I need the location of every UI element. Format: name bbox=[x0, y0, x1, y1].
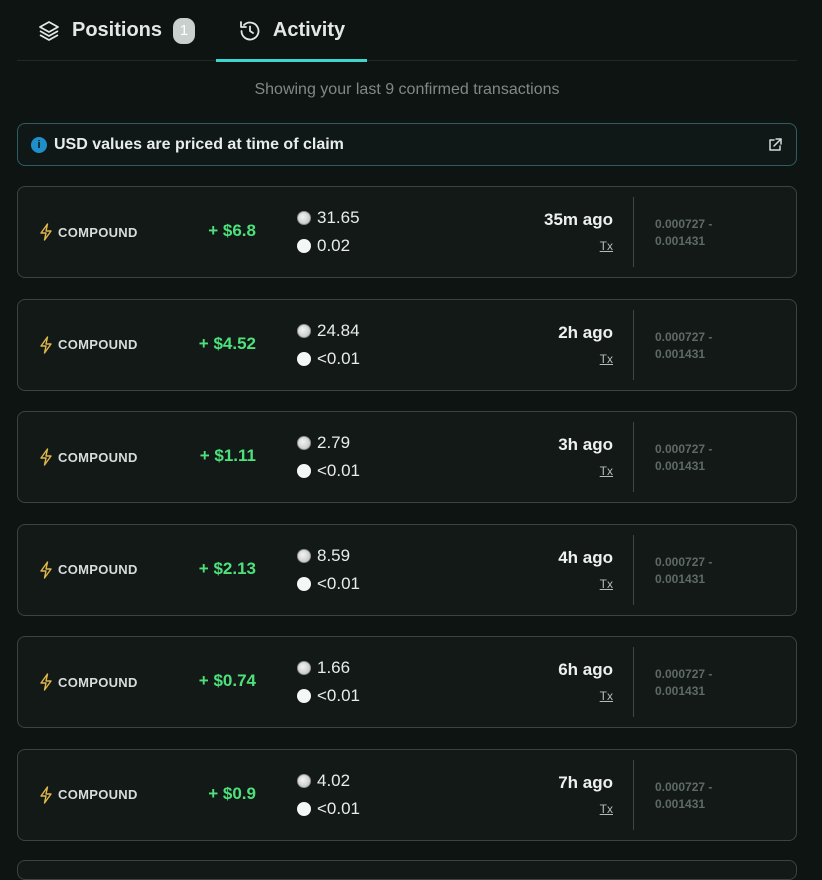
transaction-row: COMPOUND + $4.52 24.84 <0.01 2h ago Tx 0… bbox=[17, 298, 797, 391]
tx-link[interactable]: Tx bbox=[600, 802, 613, 816]
usd-value: + $0.74 bbox=[198, 671, 256, 690]
pricing-notice: i USD values are priced at time of claim bbox=[17, 123, 797, 166]
usd-value: + $4.52 bbox=[198, 333, 256, 353]
positions-count-badge: 1 bbox=[173, 17, 196, 44]
tx-link[interactable]: Tx bbox=[600, 464, 613, 478]
token-b-icon bbox=[297, 576, 311, 591]
price-range: 0.000727 - 0.001431 bbox=[655, 779, 755, 813]
price-range-low: 0.000727 - bbox=[655, 217, 713, 231]
price-range-high: 0.001431 bbox=[655, 796, 706, 811]
row-divider bbox=[633, 422, 634, 492]
transactions-subtitle: Showing your last 9 confirmed transactio… bbox=[254, 81, 560, 98]
token-b-amount: <0.01 bbox=[317, 686, 361, 705]
transaction-time: 2h ago bbox=[558, 322, 613, 342]
price-range-low: 0.000727 - bbox=[655, 779, 713, 794]
price-range-high: 0.001431 bbox=[655, 346, 706, 361]
token-b-icon bbox=[297, 689, 311, 703]
info-icon: i bbox=[31, 136, 47, 153]
layers-icon bbox=[37, 19, 61, 43]
tx-link[interactable]: Tx bbox=[600, 352, 613, 366]
tab-activity[interactable]: Activity bbox=[216, 0, 367, 62]
history-icon bbox=[238, 19, 262, 43]
tx-link[interactable]: Tx bbox=[600, 239, 613, 253]
transaction-row-partial bbox=[17, 860, 797, 880]
usd-value: + $2.13 bbox=[198, 558, 256, 578]
price-range-high: 0.001431 bbox=[655, 459, 706, 473]
token-a-amount: 2.79 bbox=[317, 433, 351, 452]
transaction-type: COMPOUND bbox=[58, 787, 138, 802]
price-range: 0.000727 - 0.001431 bbox=[655, 216, 755, 250]
row-divider bbox=[633, 197, 634, 267]
transaction-time: 6h ago bbox=[558, 660, 613, 679]
usd-value: + $6.8 bbox=[208, 221, 256, 240]
token-b-icon bbox=[297, 239, 311, 253]
token-a-amount: 8.59 bbox=[317, 545, 351, 565]
transaction-time: 4h ago bbox=[558, 547, 613, 567]
row-divider bbox=[633, 309, 634, 380]
transaction-row: COMPOUND + $1.11 2.79 <0.01 3h ago Tx 0.… bbox=[17, 411, 797, 503]
transaction-type: COMPOUND bbox=[58, 449, 138, 465]
token-b-icon bbox=[297, 351, 311, 366]
transaction-row: COMPOUND + $6.8 31.65 0.02 35m ago Tx 0.… bbox=[17, 186, 797, 278]
transaction-row: COMPOUND + $0.74 1.66 <0.01 6h ago Tx 0.… bbox=[17, 636, 797, 728]
price-range-high: 0.001431 bbox=[655, 684, 706, 698]
token-b-amount: <0.01 bbox=[317, 573, 361, 593]
token-a-amount: 24.84 bbox=[317, 320, 360, 340]
price-range-high: 0.001431 bbox=[655, 234, 706, 248]
tx-link[interactable]: Tx bbox=[600, 577, 613, 591]
transaction-time: 7h ago bbox=[558, 772, 613, 792]
price-range-high: 0.001431 bbox=[655, 571, 706, 586]
transaction-time: 3h ago bbox=[558, 435, 613, 454]
lightning-icon bbox=[39, 448, 53, 466]
token-b-amount: 0.02 bbox=[317, 236, 351, 255]
tx-link[interactable]: Tx bbox=[600, 689, 613, 703]
token-b-icon bbox=[297, 464, 311, 478]
token-b-amount: <0.01 bbox=[317, 461, 361, 480]
transaction-row: COMPOUND + $2.13 8.59 <0.01 4h ago Tx 0.… bbox=[17, 523, 797, 616]
tab-bar: Positions 1 Activity bbox=[17, 0, 797, 62]
price-range-low: 0.000727 - bbox=[655, 667, 713, 681]
price-range-low: 0.000727 - bbox=[655, 329, 713, 344]
token-b-amount: <0.01 bbox=[317, 798, 361, 818]
token-a-icon bbox=[297, 323, 311, 338]
transaction-row: COMPOUND + $0.9 4.02 <0.01 7h ago Tx 0.0… bbox=[17, 748, 797, 841]
tab-activity-label: Activity bbox=[272, 19, 346, 41]
price-range: 0.000727 - 0.001431 bbox=[655, 329, 755, 363]
lightning-icon bbox=[39, 560, 53, 579]
token-b-icon bbox=[297, 801, 311, 816]
pricing-notice-text: USD values are priced at time of claim bbox=[54, 135, 344, 153]
token-a-icon bbox=[297, 548, 311, 563]
price-range: 0.000727 - 0.001431 bbox=[655, 666, 755, 700]
price-range: 0.000727 - 0.001431 bbox=[655, 554, 755, 588]
lightning-icon bbox=[39, 335, 53, 354]
price-range-low: 0.000727 - bbox=[655, 554, 713, 569]
tab-positions-label: Positions bbox=[72, 19, 163, 41]
token-a-amount: 4.02 bbox=[317, 770, 351, 790]
lightning-icon bbox=[39, 785, 53, 804]
token-b-amount: <0.01 bbox=[317, 348, 361, 368]
token-a-icon bbox=[297, 773, 311, 788]
transaction-type: COMPOUND bbox=[58, 562, 138, 577]
token-a-amount: 31.65 bbox=[317, 208, 360, 227]
usd-value: + $1.11 bbox=[199, 446, 256, 465]
row-divider bbox=[633, 647, 634, 717]
token-a-icon bbox=[297, 436, 311, 450]
token-a-icon bbox=[297, 211, 311, 225]
row-divider bbox=[633, 759, 634, 830]
price-range: 0.000727 - 0.001431 bbox=[655, 441, 755, 475]
row-divider bbox=[633, 534, 634, 605]
usd-value: + $0.9 bbox=[208, 783, 256, 803]
token-a-amount: 1.66 bbox=[317, 658, 351, 677]
token-a-icon bbox=[297, 661, 311, 675]
transaction-type: COMPOUND bbox=[58, 224, 138, 240]
transaction-type: COMPOUND bbox=[58, 337, 138, 352]
external-link-icon[interactable] bbox=[766, 136, 784, 154]
transaction-list: COMPOUND + $6.8 31.65 0.02 35m ago Tx 0.… bbox=[17, 186, 797, 861]
transaction-time: 35m ago bbox=[544, 210, 613, 229]
lightning-icon bbox=[39, 223, 53, 241]
transaction-type: COMPOUND bbox=[58, 674, 138, 690]
lightning-icon bbox=[39, 673, 53, 691]
price-range-low: 0.000727 - bbox=[655, 442, 713, 456]
tab-positions[interactable]: Positions 1 bbox=[37, 0, 196, 61]
